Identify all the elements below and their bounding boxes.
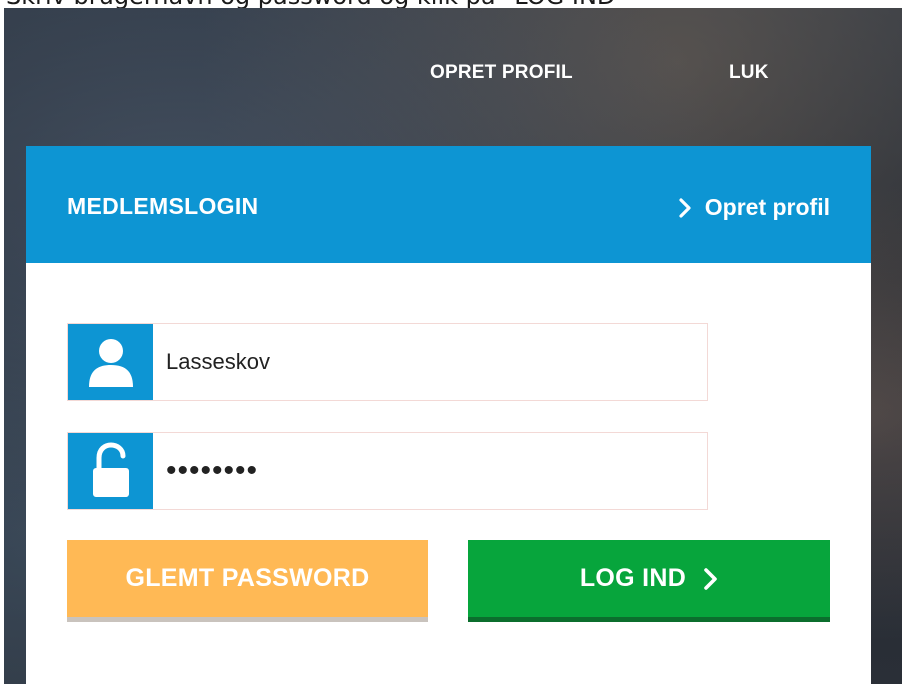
login-panel: MEDLEMSLOGIN Opret profil •••••••• [26, 146, 871, 684]
nav-close-link[interactable]: LUK [729, 62, 769, 84]
password-input[interactable]: •••••••• [154, 433, 707, 509]
unlock-icon [68, 433, 153, 509]
password-dots: •••••••• [166, 454, 259, 487]
username-field [67, 323, 708, 401]
panel-title: MEDLEMSLOGIN [67, 193, 259, 219]
login-button[interactable]: LOG IND [468, 540, 830, 622]
user-icon [68, 324, 153, 400]
instruction-caption: Skriv brugernavn og password og klik på … [0, 0, 902, 8]
instruction-text: Skriv brugernavn og password og klik på … [6, 0, 626, 8]
username-input[interactable] [154, 324, 707, 400]
create-profile-link[interactable]: Opret profil [679, 194, 830, 221]
nav-create-profile-link[interactable]: OPRET PROFIL [430, 62, 573, 84]
chevron-right-icon [679, 197, 691, 218]
forgot-password-button[interactable]: GLEMT PASSWORD [67, 540, 428, 622]
login-label: LOG IND [579, 564, 687, 592]
login-panel-header: MEDLEMSLOGIN Opret profil [26, 146, 871, 263]
forgot-password-label: GLEMT PASSWORD [125, 564, 370, 592]
chevron-right-icon [704, 567, 717, 590]
create-profile-link-label: Opret profil [704, 194, 830, 220]
password-field: •••••••• [67, 432, 708, 510]
